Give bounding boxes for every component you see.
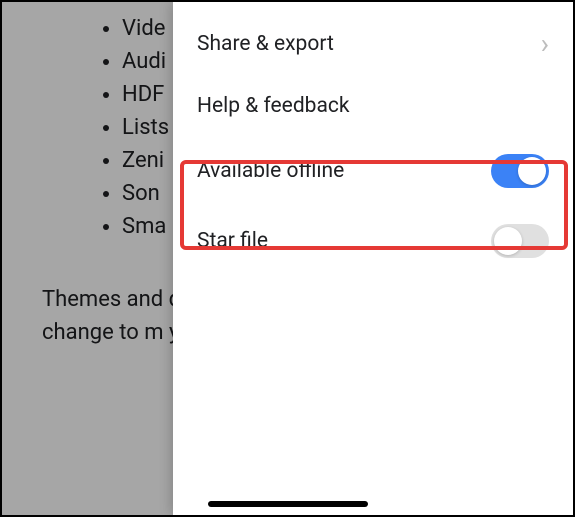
available-offline-item[interactable]: Available offline xyxy=(173,136,573,206)
action-sheet: Share & export › Help & feedback Availab… xyxy=(173,2,573,515)
help-feedback-label: Help & feedback xyxy=(197,94,549,118)
star-file-toggle[interactable] xyxy=(491,224,549,258)
toggle-knob xyxy=(494,227,522,255)
available-offline-label: Available offline xyxy=(197,159,491,183)
chevron-right-icon: › xyxy=(541,30,549,58)
share-export-item[interactable]: Share & export › xyxy=(173,12,573,76)
help-feedback-item[interactable]: Help & feedback xyxy=(173,76,573,136)
share-export-label: Share & export xyxy=(197,32,541,56)
available-offline-toggle[interactable] xyxy=(491,154,549,188)
home-indicator[interactable] xyxy=(208,501,368,507)
star-file-label: Star file xyxy=(197,229,491,253)
toggle-knob xyxy=(518,157,546,185)
star-file-item[interactable]: Star file xyxy=(173,206,573,276)
